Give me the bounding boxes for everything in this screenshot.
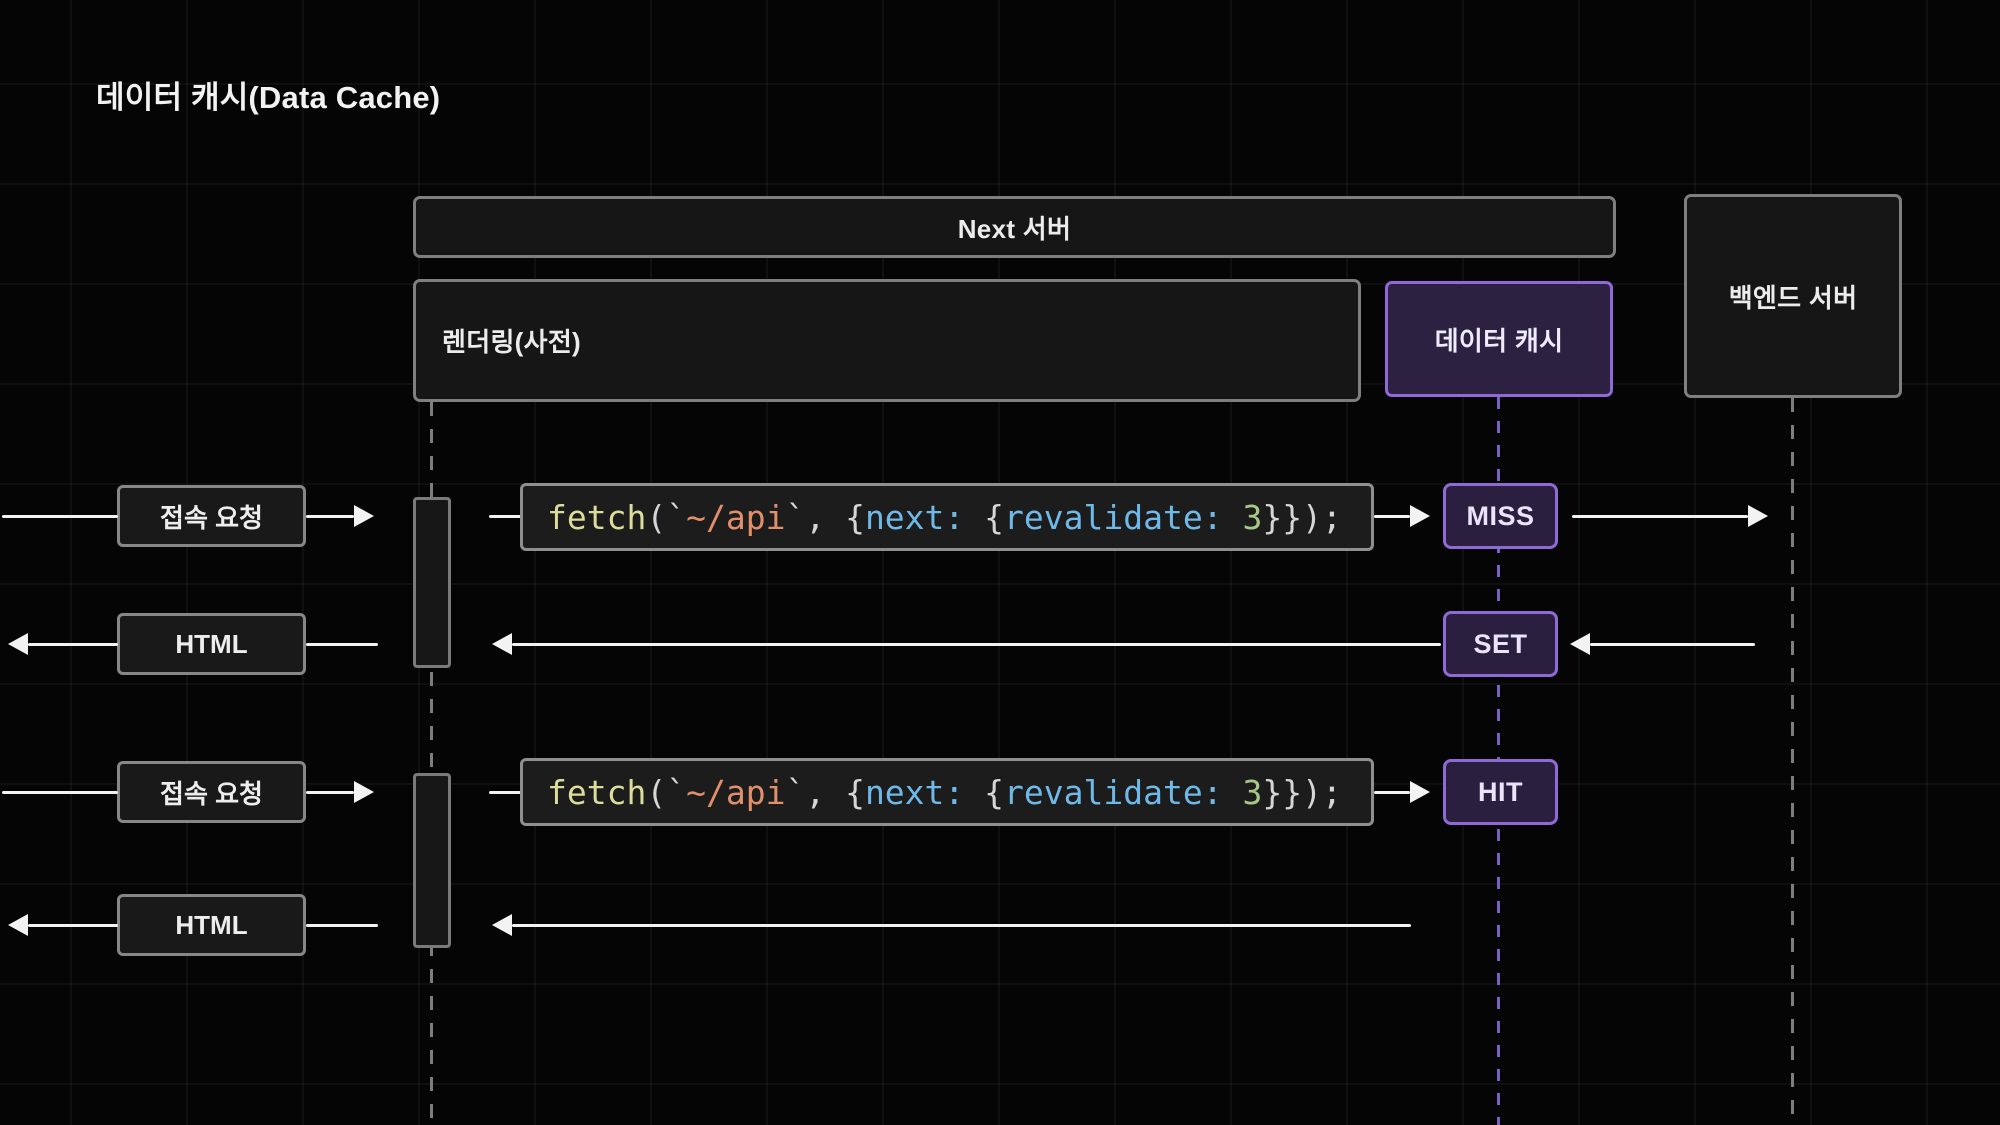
badge-set-label: SET xyxy=(1473,629,1527,660)
arrow-line-fetch-to-miss xyxy=(1374,515,1410,518)
diagram-canvas: 데이터 캐시(Data Cache) Next 서버 렌더링(사전) 데이터 캐… xyxy=(0,0,2000,1125)
code-token: ` xyxy=(785,773,805,812)
message-html-2: HTML xyxy=(117,894,306,956)
arrow-line-miss-to-backend xyxy=(1572,515,1748,518)
code-token: : xyxy=(1203,773,1243,812)
arrow-line-fetch-to-hit xyxy=(1374,791,1410,794)
message-html-1-label: HTML xyxy=(175,629,247,660)
code-token: revalidate xyxy=(1004,773,1203,812)
code-token: { xyxy=(984,773,1004,812)
code-token: fetch xyxy=(547,773,646,812)
arrow-line-client-request-2 xyxy=(2,791,118,794)
code-token: ~/api xyxy=(686,498,785,537)
message-request-2: 접속 요청 xyxy=(117,761,306,823)
arrow-line-set-to-server xyxy=(512,643,1441,646)
code-token: , xyxy=(805,498,845,537)
badge-miss-label: MISS xyxy=(1466,501,1534,532)
code-token: : xyxy=(944,773,984,812)
code-token: 3 xyxy=(1242,498,1262,537)
code-token: { xyxy=(845,498,865,537)
badge-hit: HIT xyxy=(1443,759,1558,825)
code-token: ~/api xyxy=(686,773,785,812)
code-token: ` xyxy=(666,498,686,537)
node-data-cache-label: 데이터 캐시 xyxy=(1435,321,1564,358)
node-next-server: Next 서버 xyxy=(413,196,1616,258)
arrowhead-right-icon xyxy=(1748,505,1768,527)
code-token: ( xyxy=(646,773,666,812)
code-fetch-1: fetch(`~/api`, {next: {revalidate: 3}}); xyxy=(520,483,1374,551)
code-token: }}); xyxy=(1262,498,1341,537)
code-token: revalidate xyxy=(1004,498,1203,537)
code-fetch-2: fetch(`~/api`, {next: {revalidate: 3}}); xyxy=(520,758,1374,826)
activation-bar-2 xyxy=(413,773,451,948)
arrowhead-right-icon xyxy=(1410,781,1430,803)
arrow-line-html-to-client-1 xyxy=(28,643,118,646)
arrowhead-right-icon xyxy=(354,505,374,527)
activation-bar-1 xyxy=(413,497,451,668)
arrowhead-left-icon xyxy=(492,914,512,936)
arrowhead-left-icon xyxy=(8,633,28,655)
arrowhead-right-icon xyxy=(354,781,374,803)
arrow-line-html-to-client-2 xyxy=(28,924,118,927)
arrowhead-left-icon xyxy=(492,633,512,655)
node-data-cache: 데이터 캐시 xyxy=(1385,281,1613,397)
arrow-line-backend-to-set xyxy=(1590,643,1755,646)
node-rendering: 렌더링(사전) xyxy=(413,279,1361,402)
node-next-server-label: Next 서버 xyxy=(958,209,1072,246)
code-token: ` xyxy=(785,498,805,537)
arrowhead-right-icon xyxy=(1410,505,1430,527)
code-token: { xyxy=(845,773,865,812)
node-backend-server: 백엔드 서버 xyxy=(1684,194,1902,398)
badge-set: SET xyxy=(1443,611,1558,677)
connector-html-to-bar-2 xyxy=(306,924,378,927)
node-backend-server-label: 백엔드 서버 xyxy=(1729,278,1858,315)
code-token: 3 xyxy=(1242,773,1262,812)
code-token: fetch xyxy=(547,498,646,537)
code-token: }}); xyxy=(1262,773,1341,812)
code-token: next xyxy=(865,773,944,812)
message-request-1-label: 접속 요청 xyxy=(160,498,263,535)
message-html-1: HTML xyxy=(117,613,306,675)
connector-bar-to-fetch-1 xyxy=(489,515,521,518)
badge-miss: MISS xyxy=(1443,483,1558,549)
code-token: : xyxy=(1203,498,1243,537)
page-title: 데이터 캐시(Data Cache) xyxy=(96,72,440,117)
code-token: ` xyxy=(666,773,686,812)
code-token: , xyxy=(805,773,845,812)
lifeline-backend xyxy=(1791,398,1794,1125)
arrow-line-request-to-server-2 xyxy=(306,791,354,794)
arrow-line-cache-to-server xyxy=(512,924,1411,927)
message-html-2-label: HTML xyxy=(175,910,247,941)
code-token: : xyxy=(944,498,984,537)
arrow-line-request-to-server-1 xyxy=(306,515,354,518)
arrowhead-left-icon xyxy=(1570,633,1590,655)
connector-bar-to-fetch-2 xyxy=(489,791,521,794)
message-request-1: 접속 요청 xyxy=(117,485,306,547)
message-request-2-label: 접속 요청 xyxy=(160,774,263,811)
connector-html-to-bar-1 xyxy=(306,643,378,646)
arrowhead-left-icon xyxy=(8,914,28,936)
code-token: ( xyxy=(646,498,666,537)
arrow-line-client-request-1 xyxy=(2,515,118,518)
node-rendering-label: 렌더링(사전) xyxy=(442,322,581,359)
code-token: { xyxy=(984,498,1004,537)
badge-hit-label: HIT xyxy=(1478,777,1523,808)
code-token: next xyxy=(865,498,944,537)
